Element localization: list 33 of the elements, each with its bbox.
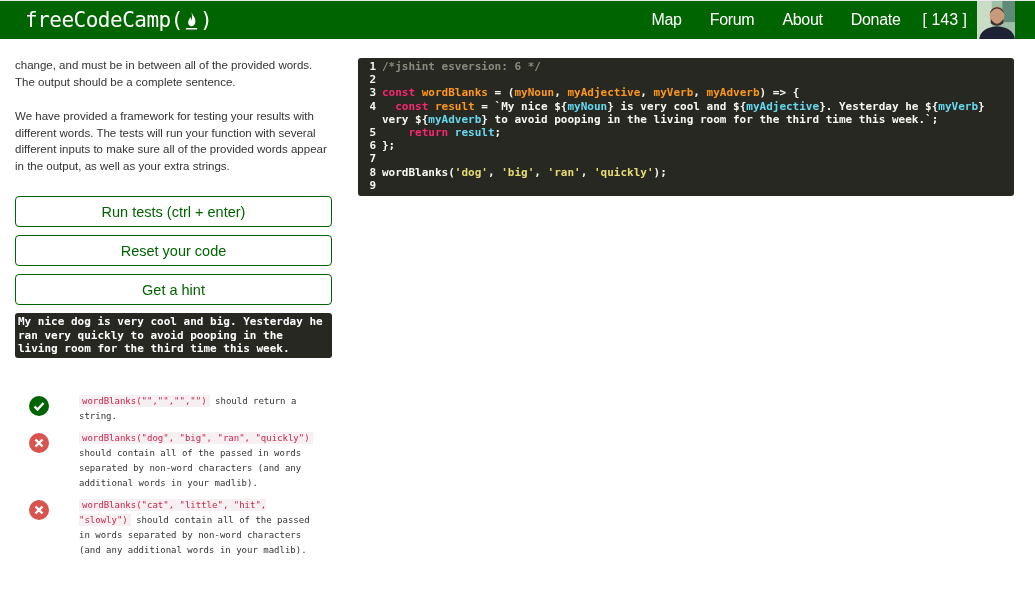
test-description: wordBlanks("dog", "big", "ran", "quickly") should contain all of the passed in words separated by non-word characters (and any additional words in your madlib). xyxy=(79,430,319,491)
test-description: wordBlanks("","","","") should return a string. xyxy=(79,393,298,423)
action-button[interactable]: Get a hint xyxy=(15,274,332,305)
instructions-text: We have provided a framework for testing your results with different words. The tests will run your function with several different inputs to make sure all of the provided words appear in the output, as well as your extra strings. xyxy=(15,109,328,174)
test-description: wordBlanks("cat", "little", "hit", "slowly") should contain all of the passed in words separated by non-word characters (and any additional words in your madlib). xyxy=(79,497,311,557)
line-number: 6 xyxy=(368,139,377,153)
instructions-text: change, and must be in between all of the provided words. The output should be a complete sentence. xyxy=(15,58,314,90)
code-editor[interactable] xyxy=(358,58,1014,196)
line-number: 8 xyxy=(368,165,377,179)
points-count[interactable]: [ 143 ] xyxy=(914,11,977,29)
nav-link[interactable]: Map xyxy=(637,11,696,29)
logo-text[interactable]: freeCodeCamp( xyxy=(25,8,183,32)
code-line: }; xyxy=(382,139,396,153)
line-number: 7 xyxy=(368,152,377,166)
code-line: very ${myAdverb} to avoid pooping in the living room for the third time this week.`; xyxy=(382,112,940,126)
line-number: 5 xyxy=(368,126,377,140)
action-button[interactable]: Run tests (ctrl + enter) xyxy=(15,196,332,227)
output-console: My nice dog is very cool and big. Yesterday he ran very quickly to avoid pooping in the living room for the third time this week. xyxy=(15,313,332,358)
code-line: const result = `My nice ${myNoun} is very cool and ${myAdjective}. Yesterday he ${myVerb} xyxy=(394,99,985,113)
line-number: 2 xyxy=(368,73,377,87)
nav-link[interactable]: Donate xyxy=(836,11,915,29)
line-number: 9 xyxy=(368,178,377,193)
nav-link[interactable]: About xyxy=(768,11,837,29)
code-line: const wordBlanks = (myNoun, myAdjective, myVerb, myAdverb) => { xyxy=(382,86,800,100)
code-line: /*jshint esversion: 6 */ xyxy=(382,60,541,74)
logo-text[interactable]: ) xyxy=(199,8,213,32)
line-number: 3 xyxy=(368,86,377,100)
code-line: return result; xyxy=(407,126,502,140)
nav-link[interactable]: Forum xyxy=(695,11,769,29)
action-button[interactable]: Reset your code xyxy=(15,235,332,266)
line-number: 1 xyxy=(368,60,377,74)
line-number: 4 xyxy=(368,99,377,115)
code-line: wordBlanks('dog', 'big', 'ran', 'quickly'); xyxy=(382,165,667,179)
